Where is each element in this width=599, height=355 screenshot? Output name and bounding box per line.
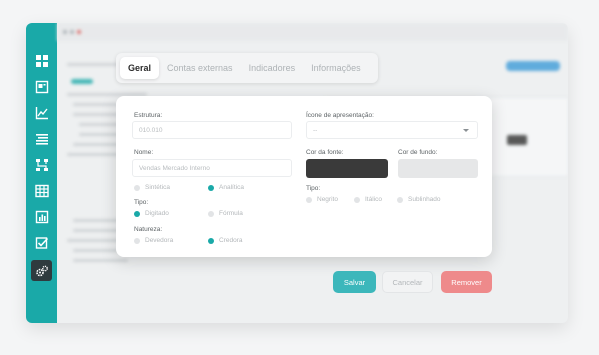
radio-dot-selected	[208, 184, 214, 191]
report-icon[interactable]	[34, 79, 49, 94]
cancel-button[interactable]: Cancelar	[382, 271, 433, 293]
radio-credora[interactable]: Credora	[208, 237, 242, 244]
sublinhado-label: Sublinhado	[408, 196, 441, 203]
settings-icon[interactable]	[31, 260, 52, 281]
radio-dot	[208, 210, 214, 217]
sintetica-label: Sintética	[145, 184, 170, 191]
tab-indicadores[interactable]: Indicadores	[241, 57, 304, 79]
cor-fonte-label: Cor da fonte:	[306, 149, 344, 156]
list-icon[interactable]	[34, 131, 49, 146]
checkbox-sublinhado[interactable]: Sublinhado	[397, 196, 441, 203]
tipo-label: Tipo:	[134, 199, 149, 206]
cor-fundo-picker[interactable]	[398, 159, 478, 178]
analitica-label: Analítica	[219, 184, 244, 191]
edit-account-modal: Estrutura: 010.010 Nome: Vendas Mercado …	[116, 96, 492, 257]
table-icon[interactable]	[34, 183, 49, 198]
digitado-label: Digitado	[145, 210, 169, 217]
devedora-label: Devedora	[145, 237, 174, 244]
window-dot	[70, 30, 74, 34]
checkbox-icon[interactable]	[34, 235, 49, 250]
icone-label: Ícone de apresentação:	[306, 112, 374, 119]
line-chart-icon[interactable]	[34, 105, 49, 120]
remove-button[interactable]: Remover	[441, 271, 492, 293]
icone-select[interactable]: --	[306, 121, 478, 139]
radio-dot	[134, 237, 140, 244]
estrutura-label: Estrutura:	[134, 112, 163, 119]
icone-value: --	[313, 126, 318, 134]
radio-dot	[397, 196, 403, 203]
cor-fonte-picker[interactable]	[306, 159, 388, 178]
bar-chart-icon[interactable]	[34, 209, 49, 224]
cor-fundo-label: Cor de fundo:	[398, 149, 438, 156]
formula-label: Fórmula	[219, 210, 243, 217]
nome-field[interactable]: Vendas Mercado Interno	[132, 159, 292, 177]
tab-bar: Geral Contas externas Indicadores Inform…	[116, 53, 378, 83]
background-topbar	[57, 23, 568, 41]
window-dot	[63, 30, 67, 34]
nome-label: Nome:	[134, 149, 154, 156]
radio-formula[interactable]: Fórmula	[208, 210, 243, 217]
radio-dot	[354, 196, 360, 203]
radio-dot	[134, 184, 140, 191]
radio-analitica[interactable]: Analítica	[208, 184, 244, 191]
chevron-down-icon	[463, 129, 469, 132]
radio-dot-selected	[208, 237, 214, 244]
window-dot	[77, 30, 81, 34]
background-button	[506, 61, 560, 71]
tab-geral[interactable]: Geral	[120, 57, 160, 79]
save-button[interactable]: Salvar	[333, 271, 376, 293]
tab-informacoes[interactable]: Informações	[303, 57, 369, 79]
tab-contas-externas[interactable]: Contas externas	[159, 57, 241, 79]
italico-label: Itálico	[365, 196, 382, 203]
background-line	[73, 259, 128, 262]
radio-dot	[306, 196, 312, 203]
radio-digitado[interactable]: Digitado	[134, 210, 169, 217]
hierarchy-icon[interactable]	[34, 157, 49, 172]
radio-sintetica[interactable]: Sintética	[134, 184, 170, 191]
estrutura-field[interactable]: 010.010	[132, 121, 292, 139]
credora-label: Credora	[219, 237, 243, 244]
background-badge	[71, 79, 93, 84]
radio-devedora[interactable]: Devedora	[134, 237, 173, 244]
radio-dot-selected	[134, 210, 140, 217]
background-swatch	[507, 135, 527, 145]
checkbox-italico[interactable]: Itálico	[354, 196, 382, 203]
negrito-label: Negrito	[317, 196, 338, 203]
sidebar	[26, 23, 57, 323]
tipo-fonte-label: Tipo:	[306, 185, 321, 192]
screen: Geral Contas externas Indicadores Inform…	[0, 0, 599, 355]
dashboard-icon[interactable]	[34, 53, 49, 68]
natureza-label: Natureza:	[134, 226, 163, 233]
checkbox-negrito[interactable]: Negrito	[306, 196, 338, 203]
